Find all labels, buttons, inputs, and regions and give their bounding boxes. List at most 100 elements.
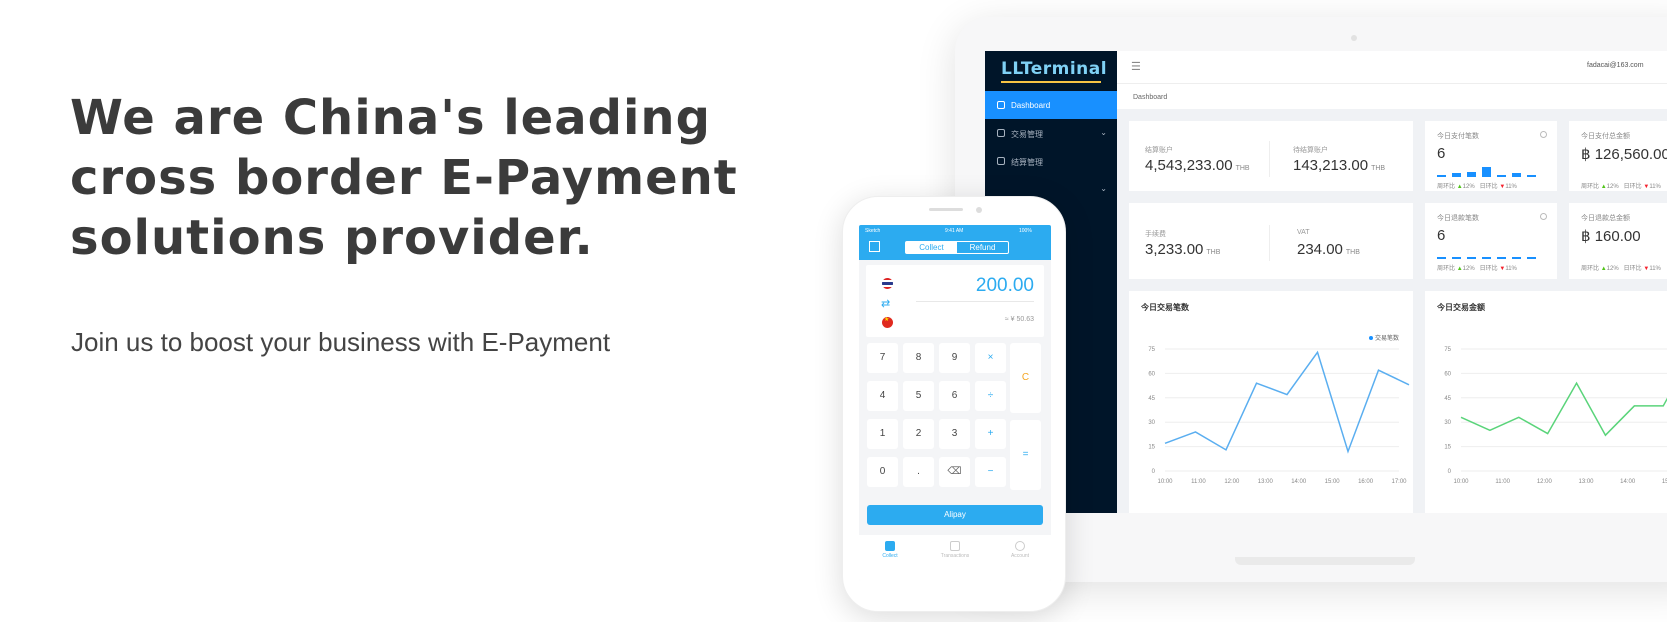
mini-card-title: 今日退款总金额	[1581, 215, 1630, 222]
mini-bar	[1467, 256, 1476, 259]
equals-key[interactable]: =	[1010, 420, 1041, 490]
x-tick-label: 13:00	[1258, 479, 1274, 485]
amount-divider	[916, 301, 1034, 302]
mode-toggle: Collect Refund	[905, 241, 1009, 254]
mini-card-payment-amount: 今日支付总金额 ฿ 126,560.00 周环比 ▲12% 日环比 ▼11%	[1569, 121, 1667, 191]
key-6[interactable]: 6	[939, 381, 970, 411]
x-tick-label: 13:00	[1578, 479, 1594, 485]
x-tick-label: 14:00	[1620, 479, 1636, 485]
y-tick-label: 30	[1444, 420, 1451, 426]
chevron-down-icon: ⌄	[1100, 128, 1107, 137]
key-1[interactable]: 1	[867, 419, 898, 449]
tabbar-collect[interactable]: Collect	[865, 541, 915, 559]
thailand-flag-icon	[882, 278, 893, 289]
top-bar: ☰ fadacai@163.com	[1117, 51, 1667, 83]
series-line	[1460, 381, 1667, 437]
key-9[interactable]: 9	[939, 343, 970, 373]
key-3[interactable]: 3	[939, 419, 970, 449]
alipay-button[interactable]: Alipay	[867, 505, 1043, 525]
info-icon[interactable]	[1540, 213, 1547, 220]
stat-value: 234.00 THB	[1297, 241, 1360, 258]
status-carrier: Sketch	[865, 228, 881, 234]
amount-display: 200.00	[975, 275, 1034, 296]
key-0[interactable]: 0	[867, 457, 898, 487]
edit-icon	[997, 129, 1005, 137]
transactions-icon	[950, 541, 960, 551]
menu-fold-icon[interactable]: ☰	[1131, 60, 1141, 73]
hero-title: We are China's leading cross border E-Pa…	[70, 90, 738, 266]
x-tick-label: 15:00	[1662, 479, 1667, 485]
calculator-icon	[885, 541, 895, 551]
mini-card-title: 今日支付总金额	[1581, 133, 1630, 140]
x-tick-label: 16:00	[1358, 479, 1374, 485]
mini-bar	[1482, 167, 1491, 177]
key-operator[interactable]: −	[975, 457, 1006, 487]
series-line	[1164, 350, 1410, 454]
stats-card-fees: 手续费 3,233.00 THB VAT 234.00 THB	[1129, 203, 1413, 279]
key-4[interactable]: 4	[867, 381, 898, 411]
x-tick-label: 14:00	[1291, 479, 1307, 485]
mini-card-footer: 周环比 ▲12% 日环比 ▼11%	[1581, 184, 1661, 190]
info-icon[interactable]	[1540, 131, 1547, 138]
y-tick-label: 60	[1444, 371, 1451, 377]
chart-card-transaction-count: 今日交易笔数 交易笔数 0 15 30 45 60 75 10:00 11:00 12:00 13…	[1129, 291, 1413, 513]
mini-card-refund-amount: 今日退款总金额 ฿ 160.00 周环比 ▲12% 日环比 ▼11%	[1569, 203, 1667, 279]
sidebar-item-settlement[interactable]: 结算管理	[985, 147, 1117, 175]
app-logo: LLTerminal	[1001, 59, 1108, 79]
key-operator[interactable]: +	[975, 419, 1006, 449]
y-tick-label: 0	[1152, 469, 1156, 475]
qr-scan-icon[interactable]	[869, 241, 880, 252]
x-tick-label: 15:00	[1325, 479, 1341, 485]
key-operator[interactable]: ×	[975, 343, 1006, 373]
sidebar-item-dashboard[interactable]: Dashboard	[985, 91, 1117, 119]
x-tick-label: 11:00	[1191, 479, 1206, 485]
y-tick-label: 45	[1444, 396, 1451, 402]
tab-bar: Collect Transactions Account	[859, 535, 1051, 581]
sidebar-item-transactions[interactable]: 交易管理 ⌄	[985, 119, 1117, 147]
phone-camera	[976, 207, 982, 213]
laptop-base	[1235, 557, 1415, 565]
key-operator[interactable]: ÷	[975, 381, 1006, 411]
status-battery: 100%	[1019, 228, 1032, 234]
mini-bar	[1437, 257, 1446, 259]
mini-bar	[1527, 175, 1536, 177]
chart-card-transaction-amount: 今日交易金额 0 15 30 45 60 75 10:00 11:00 12:00 13:00 14…	[1425, 291, 1667, 513]
key-backspace[interactable]: ⌫	[939, 457, 970, 487]
mini-card-value: 6	[1437, 227, 1446, 244]
mini-bar	[1482, 256, 1491, 259]
clear-key[interactable]: C	[1010, 343, 1041, 413]
china-flag-icon	[882, 316, 893, 328]
mini-bar-chart	[1437, 247, 1545, 259]
key-7[interactable]: 7	[867, 343, 898, 373]
mini-card-footer: 周环比 ▲12% 日环比 ▼11%	[1437, 184, 1517, 190]
stat-value: 3,233.00 THB	[1145, 241, 1221, 258]
mini-bar	[1452, 257, 1461, 259]
key-2[interactable]: 2	[903, 419, 934, 449]
stat-value: 4,543,233.00 THB	[1145, 157, 1250, 174]
y-tick-label: 15	[1444, 445, 1451, 451]
chevron-down-icon: ⌄	[1100, 184, 1107, 193]
key-8[interactable]: 8	[903, 343, 934, 373]
mini-bar	[1512, 173, 1521, 177]
user-email[interactable]: fadacai@163.com	[1587, 62, 1644, 69]
mini-card-footer: 周环比 ▲12% 日环比 ▼11%	[1581, 266, 1661, 272]
stat-label: 结算账户	[1145, 147, 1173, 154]
hero-subtitle: Join us to boost your business with E-Pa…	[71, 327, 611, 357]
calendar-icon	[997, 157, 1005, 165]
mini-bar	[1527, 257, 1536, 259]
key-5[interactable]: 5	[903, 381, 934, 411]
converted-amount: ≈ ¥ 50.63	[1004, 316, 1034, 323]
mini-bar	[1467, 172, 1476, 177]
tabbar-transactions[interactable]: Transactions	[930, 541, 980, 559]
tab-collect[interactable]: Collect	[906, 242, 957, 253]
mini-bar	[1452, 173, 1461, 177]
swap-currency-icon[interactable]: ⇄	[881, 297, 890, 310]
logo-underline	[1001, 81, 1101, 83]
line-chart-transaction-amount: 0 15 30 45 60 75 10:00 11:00 12:00 13:00 14:00 15:0…	[1444, 347, 1667, 485]
tab-refund[interactable]: Refund	[957, 242, 1008, 253]
mini-card-title: 今日支付笔数	[1437, 133, 1479, 140]
tabbar-account[interactable]: Account	[995, 541, 1045, 559]
key-dot[interactable]: .	[903, 457, 934, 487]
mini-bar	[1512, 256, 1521, 259]
y-tick-label: 0	[1448, 469, 1452, 475]
